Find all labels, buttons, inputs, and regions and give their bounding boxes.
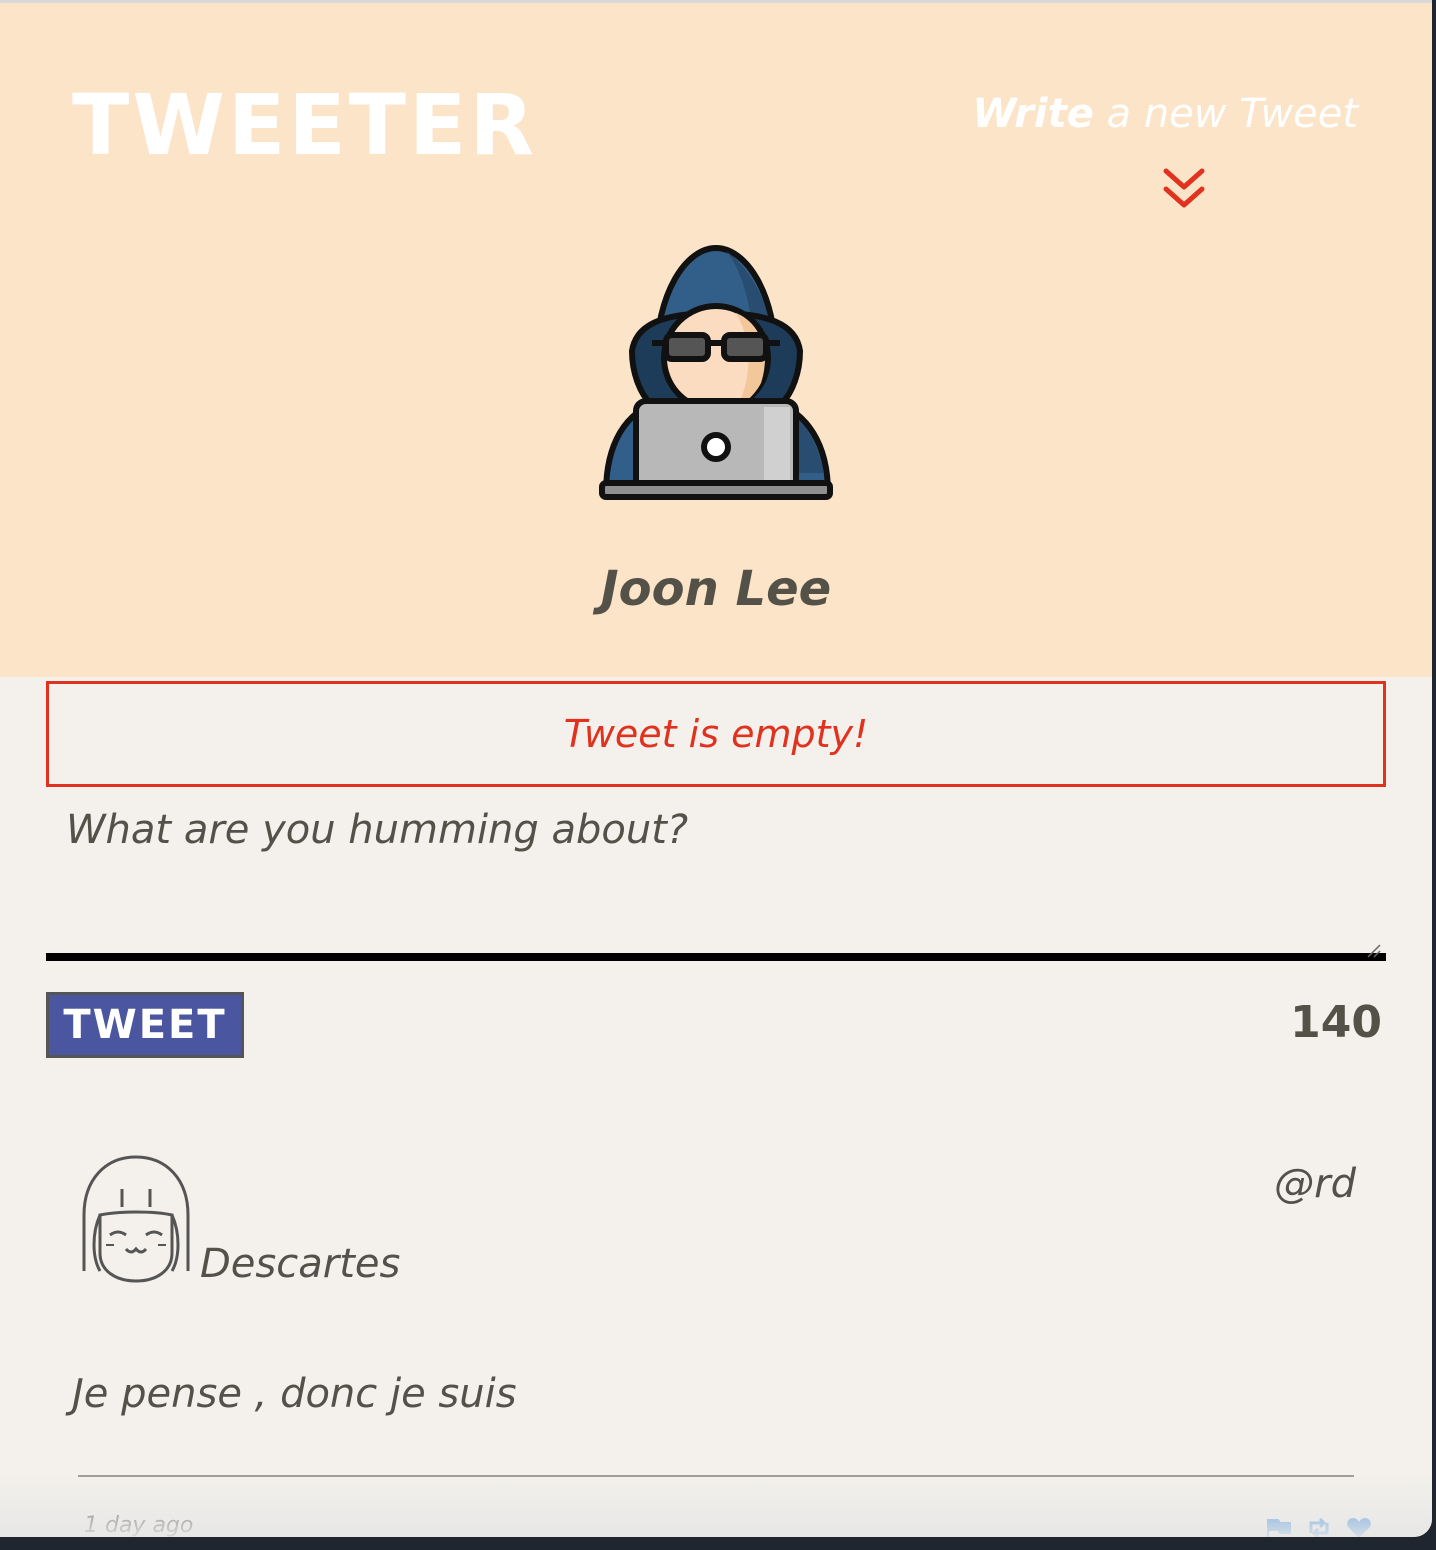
tweet-actions xyxy=(1266,1517,1372,1537)
tweet-timestamp: 1 day ago xyxy=(84,1513,194,1537)
tweet-submit-button[interactable]: TWEET xyxy=(46,992,244,1058)
retweet-icon[interactable] xyxy=(1306,1517,1332,1537)
chevron-double-down-icon[interactable] xyxy=(1162,165,1206,213)
profile-header: TWEETER Write a new Tweet Joon Lee xyxy=(0,3,1432,677)
heart-icon[interactable] xyxy=(1346,1517,1372,1537)
compose-toggle[interactable]: Write a new Tweet xyxy=(972,87,1358,141)
user-avatar-icon xyxy=(82,1155,190,1283)
compose-toggle-rest: a new Tweet xyxy=(1093,91,1358,137)
tweet-author-handle: @rd xyxy=(1274,1161,1356,1207)
tweet-divider xyxy=(78,1475,1354,1477)
error-message: Tweet is empty! xyxy=(46,681,1386,787)
tweet-card: Descartes @rd Je pense , donc je suis 1 … xyxy=(72,1153,1371,1537)
window-edge xyxy=(1432,0,1436,1550)
app-logo: TWEETER xyxy=(72,76,538,174)
tweet-input[interactable] xyxy=(46,793,1386,961)
tweet-author-name: Descartes xyxy=(200,1241,401,1287)
tweet-body: Je pense , donc je suis xyxy=(72,1371,517,1417)
character-counter: 140 xyxy=(1290,997,1382,1048)
app-window: TWEETER Write a new Tweet Joon Lee Tweet… xyxy=(0,0,1432,1537)
resize-grip-icon[interactable] xyxy=(1366,943,1382,959)
flag-icon[interactable] xyxy=(1266,1517,1292,1537)
profile-name: Joon Lee xyxy=(600,561,832,617)
compose-toggle-bold: Write xyxy=(972,91,1094,137)
hacker-avatar-icon xyxy=(599,245,833,500)
